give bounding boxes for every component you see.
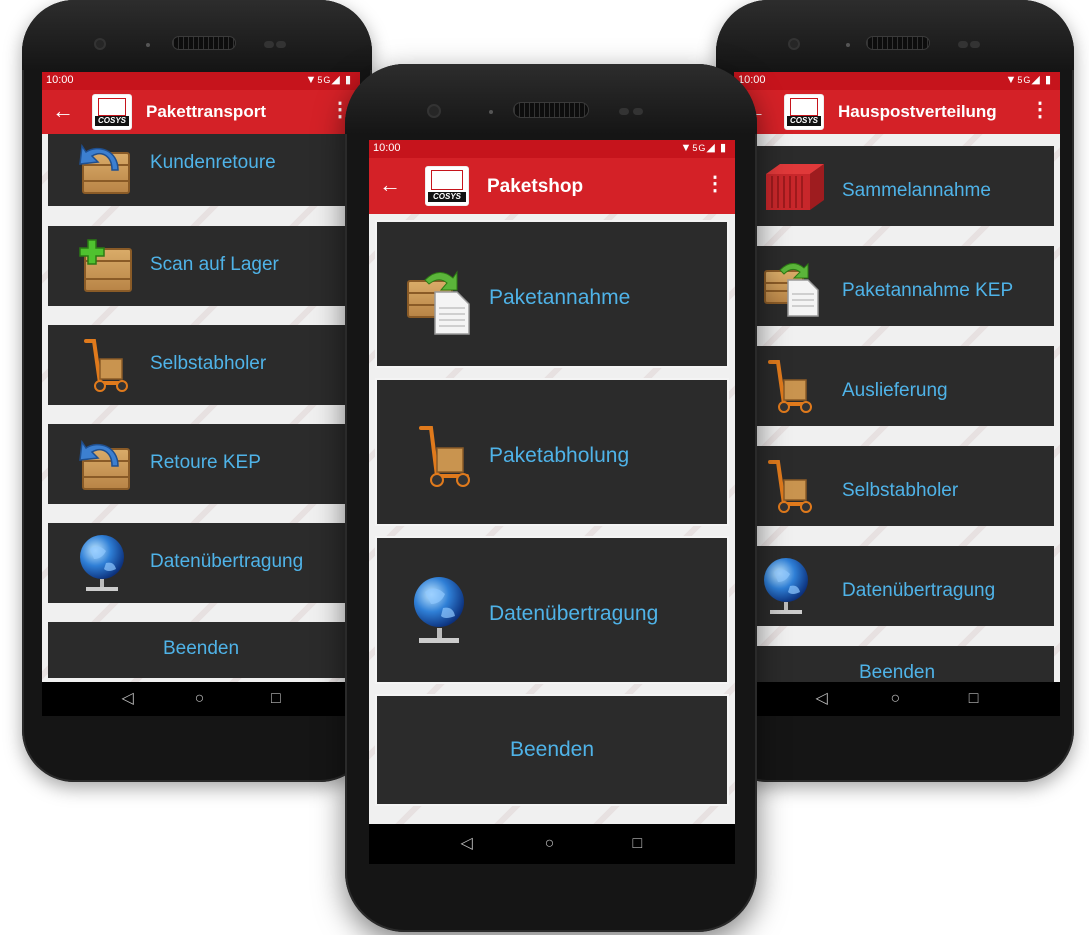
handtruck-icon [78, 337, 134, 393]
overflow-menu-icon[interactable]: ⋮ [1030, 100, 1050, 120]
exit-button[interactable]: Beenden [375, 694, 729, 806]
menu-tile-selbstabholer[interactable]: Selbstabholer [48, 325, 354, 405]
menu-tile-selbstabholer[interactable]: Selbstabholer [740, 446, 1054, 526]
nav-back-icon[interactable]: ◁ [461, 824, 473, 864]
system-nav-bar: ◁ ○ □ [42, 682, 360, 716]
nav-recents-icon[interactable]: □ [633, 824, 643, 864]
earpiece-speaker [513, 102, 589, 118]
signal-battery-icon: ▼5G◢ ▮ [1005, 74, 1052, 86]
earpiece-speaker [172, 36, 236, 50]
camera-icon [788, 38, 800, 50]
nav-home-icon[interactable]: ○ [545, 824, 555, 864]
container-icon [762, 160, 824, 216]
system-nav-bar: ◁ ○ □ [734, 682, 1060, 716]
status-bar: 10:00 ▼5G◢ ▮ [734, 72, 1060, 90]
page-title: Pakettransport [146, 102, 266, 121]
back-arrow-icon[interactable]: ← [52, 98, 74, 124]
nav-back-icon[interactable]: ◁ [816, 682, 828, 716]
menu-list: Sammelannahme Paketannahme KEP Ausliefer… [734, 134, 1060, 682]
phone-center: 10:00 ▼5G◢ ▮ ← COSYS Paketshop ⋮ Paketan… [345, 64, 757, 932]
menu-list: Paketannahme Paketabholung Datenübertrag… [369, 214, 735, 824]
package-document-icon [405, 266, 475, 336]
tile-label: Datenübertragung [150, 551, 304, 572]
status-bar: 10:00 ▼5G◢ ▮ [369, 140, 735, 158]
tile-label: Scan auf Lager [150, 254, 279, 275]
tile-label: Auslieferung [842, 380, 948, 401]
menu-tile-paketannahme-kep[interactable]: Paketannahme KEP [740, 246, 1054, 326]
status-time: 10:00 [373, 142, 401, 154]
nav-home-icon[interactable]: ○ [195, 682, 205, 716]
tile-label: Paketannahme [489, 286, 631, 309]
camera-icon [427, 104, 441, 118]
return-box-icon [78, 140, 134, 196]
app-logo: COSYS [425, 166, 469, 206]
return-box-icon [78, 436, 134, 492]
logo-text: COSYS [787, 116, 821, 126]
tile-label: Datenübertragung [842, 580, 996, 601]
tile-label: Beenden [162, 638, 240, 659]
status-bar: 10:00 ▼5G◢ ▮ [42, 72, 360, 90]
system-nav-bar: ◁ ○ □ [369, 824, 735, 864]
overflow-menu-icon[interactable]: ⋮ [705, 174, 725, 194]
menu-tile-kundenretoure[interactable]: Kundenretoure [48, 134, 354, 206]
tile-label: Selbstabholer [150, 353, 267, 374]
menu-tile-datenuebertragung[interactable]: Datenübertragung [48, 523, 354, 603]
package-document-icon [762, 258, 819, 317]
back-arrow-icon[interactable]: ← [379, 172, 401, 198]
globe-network-icon [413, 574, 477, 654]
globe-network-icon [762, 556, 818, 614]
status-time: 10:00 [46, 74, 74, 86]
exit-button[interactable]: Beenden [48, 622, 354, 678]
app-bar: ← COSYS Hauspostverteilung ⋮ [734, 90, 1060, 134]
menu-tile-datenuebertragung[interactable]: Datenübertragung [375, 536, 729, 684]
tile-label: Selbstabholer [842, 480, 959, 501]
menu-tile-scan-auf-lager[interactable]: Scan auf Lager [48, 226, 354, 306]
menu-tile-paketabholung[interactable]: Paketabholung [375, 378, 729, 526]
menu-tile-datenuebertragung[interactable]: Datenübertragung [740, 546, 1054, 626]
exit-button[interactable]: Beenden [740, 646, 1054, 682]
app-logo: COSYS [784, 94, 824, 130]
tile-label: Kundenretoure [150, 152, 276, 173]
phone-right: 10:00 ▼5G◢ ▮ ← COSYS Hauspostverteilung … [716, 0, 1074, 782]
tile-label: Datenübertragung [489, 602, 659, 625]
tile-label: Paketabholung [489, 444, 630, 467]
camera-icon [94, 38, 106, 50]
app-bar: ← COSYS Paketshop ⋮ [369, 158, 735, 214]
handtruck-icon [762, 358, 818, 414]
menu-tile-paketannahme[interactable]: Paketannahme [375, 220, 729, 368]
phone-left: 10:00 ▼5G◢ ▮ ← COSYS Pakettransport ⋮ Ku… [22, 0, 372, 782]
tile-label: Beenden [858, 662, 936, 682]
menu-tile-auslieferung[interactable]: Auslieferung [740, 346, 1054, 426]
screen-left: 10:00 ▼5G◢ ▮ ← COSYS Pakettransport ⋮ Ku… [42, 72, 360, 716]
app-bar: ← COSYS Pakettransport ⋮ [42, 90, 360, 134]
nav-back-icon[interactable]: ◁ [122, 682, 134, 716]
tile-label: Beenden [509, 738, 595, 761]
menu-list: Kundenretoure Scan auf Lager Selbstabhol… [42, 134, 360, 682]
page-title: Paketshop [487, 176, 584, 197]
logo-text: COSYS [428, 192, 466, 202]
add-box-icon [78, 238, 134, 294]
handtruck-icon [762, 458, 818, 514]
tile-label: Sammelannahme [842, 180, 991, 201]
screen-center: 10:00 ▼5G◢ ▮ ← COSYS Paketshop ⋮ Paketan… [369, 140, 735, 864]
nav-home-icon[interactable]: ○ [890, 682, 900, 716]
screen-right: 10:00 ▼5G◢ ▮ ← COSYS Hauspostverteilung … [734, 72, 1060, 716]
signal-battery-icon: ▼5G◢ ▮ [680, 142, 727, 154]
logo-text: COSYS [95, 116, 129, 126]
nav-recents-icon[interactable]: □ [271, 682, 281, 716]
app-logo: COSYS [92, 94, 132, 130]
globe-network-icon [78, 533, 134, 591]
earpiece-speaker [866, 36, 930, 50]
menu-tile-sammelannahme[interactable]: Sammelannahme [740, 146, 1054, 226]
page-title: Hauspostverteilung [838, 102, 997, 121]
nav-recents-icon[interactable]: □ [969, 682, 979, 716]
tile-label: Paketannahme KEP [842, 280, 1014, 301]
tile-label: Retoure KEP [150, 452, 261, 473]
menu-tile-retoure-kep[interactable]: Retoure KEP [48, 424, 354, 504]
handtruck-icon [413, 424, 477, 488]
